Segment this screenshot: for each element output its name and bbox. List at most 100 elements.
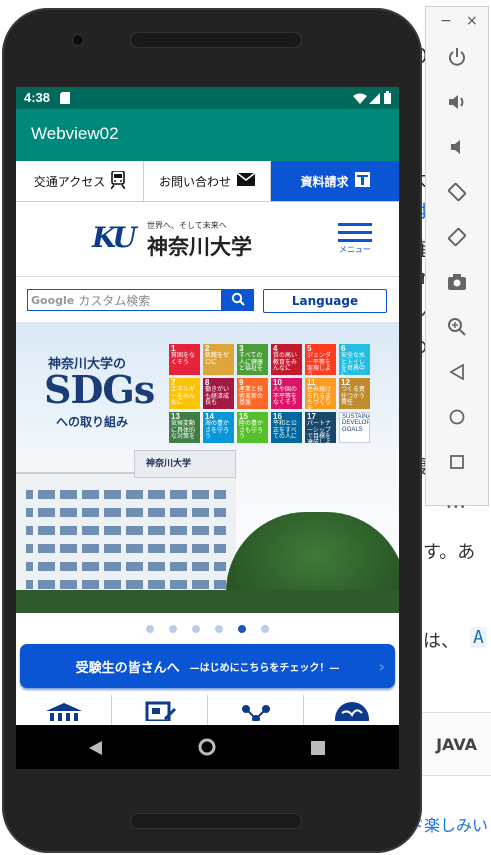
sdg-goal-tile: 17パートナーシップで目標を達成しよう	[305, 412, 336, 443]
carousel-dot[interactable]	[261, 625, 269, 633]
rotate-right-icon	[447, 227, 467, 251]
sdg-goal-label: エネルギーをみんなに	[171, 387, 196, 406]
sdg-goal-tile: 13 気候変動に具体的な対策を	[169, 412, 200, 443]
emulator-control-panel: − × •••	[425, 6, 489, 513]
sdg-goal-label: 気候変動に具体的な対策を	[171, 421, 196, 440]
cta-arrow-icon: ›	[378, 656, 385, 676]
university-name[interactable]: 神奈川大学	[147, 231, 252, 261]
battery-icon	[384, 91, 391, 107]
carousel-dot[interactable]	[146, 625, 154, 633]
close-button[interactable]: ×	[466, 13, 478, 29]
sdg-goal-label: 人や国の不平等をなくそう	[273, 387, 298, 406]
zoom-button[interactable]	[426, 311, 488, 347]
sdg-goal-tile: 5ジェンダー平等を実現しよう	[305, 344, 336, 375]
sdg-goal-label: 住み続けられるまちづくりを	[307, 387, 332, 409]
front-camera	[72, 34, 84, 46]
top-speaker	[130, 32, 302, 48]
envelope-icon	[236, 172, 256, 189]
rotate-left-button[interactable]	[426, 176, 488, 212]
sdg-goal-label: 飢餓をゼロに	[205, 353, 230, 366]
sdg-goal-tile: 8 働きがいも経済成長も	[203, 378, 234, 409]
document-icon	[354, 172, 370, 190]
back-nav-button[interactable]	[89, 740, 102, 759]
overview-square-icon	[449, 454, 465, 474]
request-materials-button[interactable]: 資料請求	[271, 161, 399, 201]
quick-link-network[interactable]	[208, 695, 304, 725]
top-nav: 交通アクセス お問い合わせ 資料請求	[16, 161, 399, 202]
cta-label: 受験生の皆さんへ	[75, 660, 180, 676]
overview-button[interactable]	[426, 446, 488, 482]
quick-links-row	[16, 695, 399, 736]
hamburger-icon	[338, 223, 376, 242]
hero-sdgs: SDGs	[44, 367, 155, 412]
sdg-goal-tile: 16 平和と公正をすべての人に	[271, 412, 302, 443]
sdg-goal-tile: 12 つくる責任つかう責任	[339, 378, 370, 409]
contact-button[interactable]: お問い合わせ	[144, 161, 271, 201]
examinee-cta-button[interactable]: 受験生の皆さんへ —はじめにこちらをチェック！— ›	[20, 644, 395, 688]
app-title: Webview02	[31, 124, 119, 143]
bg-code-fragment: A	[470, 627, 487, 648]
sdg-goal-label: すべての人に健康と福祉を	[239, 353, 264, 372]
quick-link-global[interactable]	[304, 695, 399, 736]
google-label: Google	[31, 293, 75, 307]
menu-button[interactable]: メニュー	[338, 223, 376, 261]
sdg-goal-tile: 14 海の豊かさを守ろう	[203, 412, 234, 443]
language-button[interactable]: Language	[263, 289, 387, 313]
carousel-dot[interactable]	[192, 625, 200, 633]
power-icon	[447, 47, 467, 71]
rotate-right-button[interactable]	[426, 221, 488, 257]
status-time: 4:38	[24, 90, 51, 105]
sdg-goal-tile: 7 エネルギーをみんなに	[169, 378, 200, 409]
back-button[interactable]	[426, 356, 488, 392]
recents-nav-button[interactable]	[311, 740, 325, 759]
request-label: 資料請求	[300, 174, 349, 189]
volume-up-icon	[447, 92, 467, 116]
carousel-dots	[16, 617, 399, 641]
search-row: Google カスタム検索 Language	[16, 276, 399, 322]
sdg-goal-label: 海の豊かさを守ろう	[205, 421, 230, 440]
search-button[interactable]	[222, 289, 254, 311]
access-button[interactable]: 交通アクセス	[16, 161, 144, 201]
train-icon	[110, 169, 126, 192]
volume-down-button[interactable]	[426, 131, 488, 167]
home-button[interactable]	[426, 401, 488, 437]
screenshot-button[interactable]	[426, 266, 488, 302]
sdg-goal-tile: 1 貧困をなくそう	[169, 344, 200, 375]
home-nav-button[interactable]	[198, 738, 216, 760]
site-header: KU 世界へ、そして未来へ 神奈川大学 メニュー	[16, 201, 399, 277]
quick-link-university[interactable]	[16, 695, 112, 725]
camera-icon	[447, 273, 467, 295]
ku-logo-mark[interactable]: KU	[92, 221, 137, 254]
app-bar: Webview02	[16, 109, 399, 161]
signal-icon	[369, 92, 380, 107]
rotate-left-icon	[447, 182, 467, 206]
phone-screen: 4:38 Webview02 交通アクセス お問い合わせ 資料請求 KU 世界へ…	[16, 87, 399, 769]
search-input[interactable]: Google カスタム検索	[27, 289, 222, 311]
carousel-dot[interactable]	[215, 625, 223, 633]
contact-label: お問い合わせ	[158, 174, 231, 189]
back-triangle-icon	[449, 363, 465, 384]
ground-greenery	[16, 590, 399, 613]
building-icon	[45, 703, 82, 725]
sdg-goal-label: ジェンダー平等を実現しよう	[307, 353, 332, 375]
access-label: 交通アクセス	[33, 174, 106, 189]
android-nav-bar	[16, 725, 399, 769]
volume-up-button[interactable]	[426, 86, 488, 122]
carousel-dot[interactable]	[238, 625, 246, 633]
search-icon	[231, 291, 245, 310]
sdg-goal-label: つくる責任つかう責任	[341, 387, 366, 406]
wifi-icon	[353, 92, 367, 107]
sdg-goal-tile: 2 飢餓をゼロに	[203, 344, 234, 375]
minimize-button[interactable]: −	[440, 13, 452, 29]
sdg-goals-grid: 1 貧困をなくそう 2 飢餓をゼロに 3 すべての人に健康と福祉を 4 質の高い教育をみんなに…	[169, 344, 374, 449]
quick-link-application[interactable]	[112, 695, 208, 725]
cta-sub: —はじめにこちらをチェック！—	[189, 662, 340, 674]
carousel-dot[interactable]	[169, 625, 177, 633]
sdg-goal-tile: 9 産業と技術革新の基盤	[237, 378, 268, 409]
sdg-goal-tile: 3 すべての人に健康と福祉を	[237, 344, 268, 375]
power-button[interactable]	[426, 41, 488, 77]
sd-card-icon	[60, 92, 70, 107]
more-options-button[interactable]: •••	[446, 502, 467, 513]
sdg-goal-label: 質の高い教育をみんなに	[273, 353, 298, 372]
hero-carousel-slide[interactable]: 神奈川大学 神奈川大学の SDGs への取り組み 1 貧困をなくそう 2 飢餓をゼロに…	[16, 322, 399, 613]
